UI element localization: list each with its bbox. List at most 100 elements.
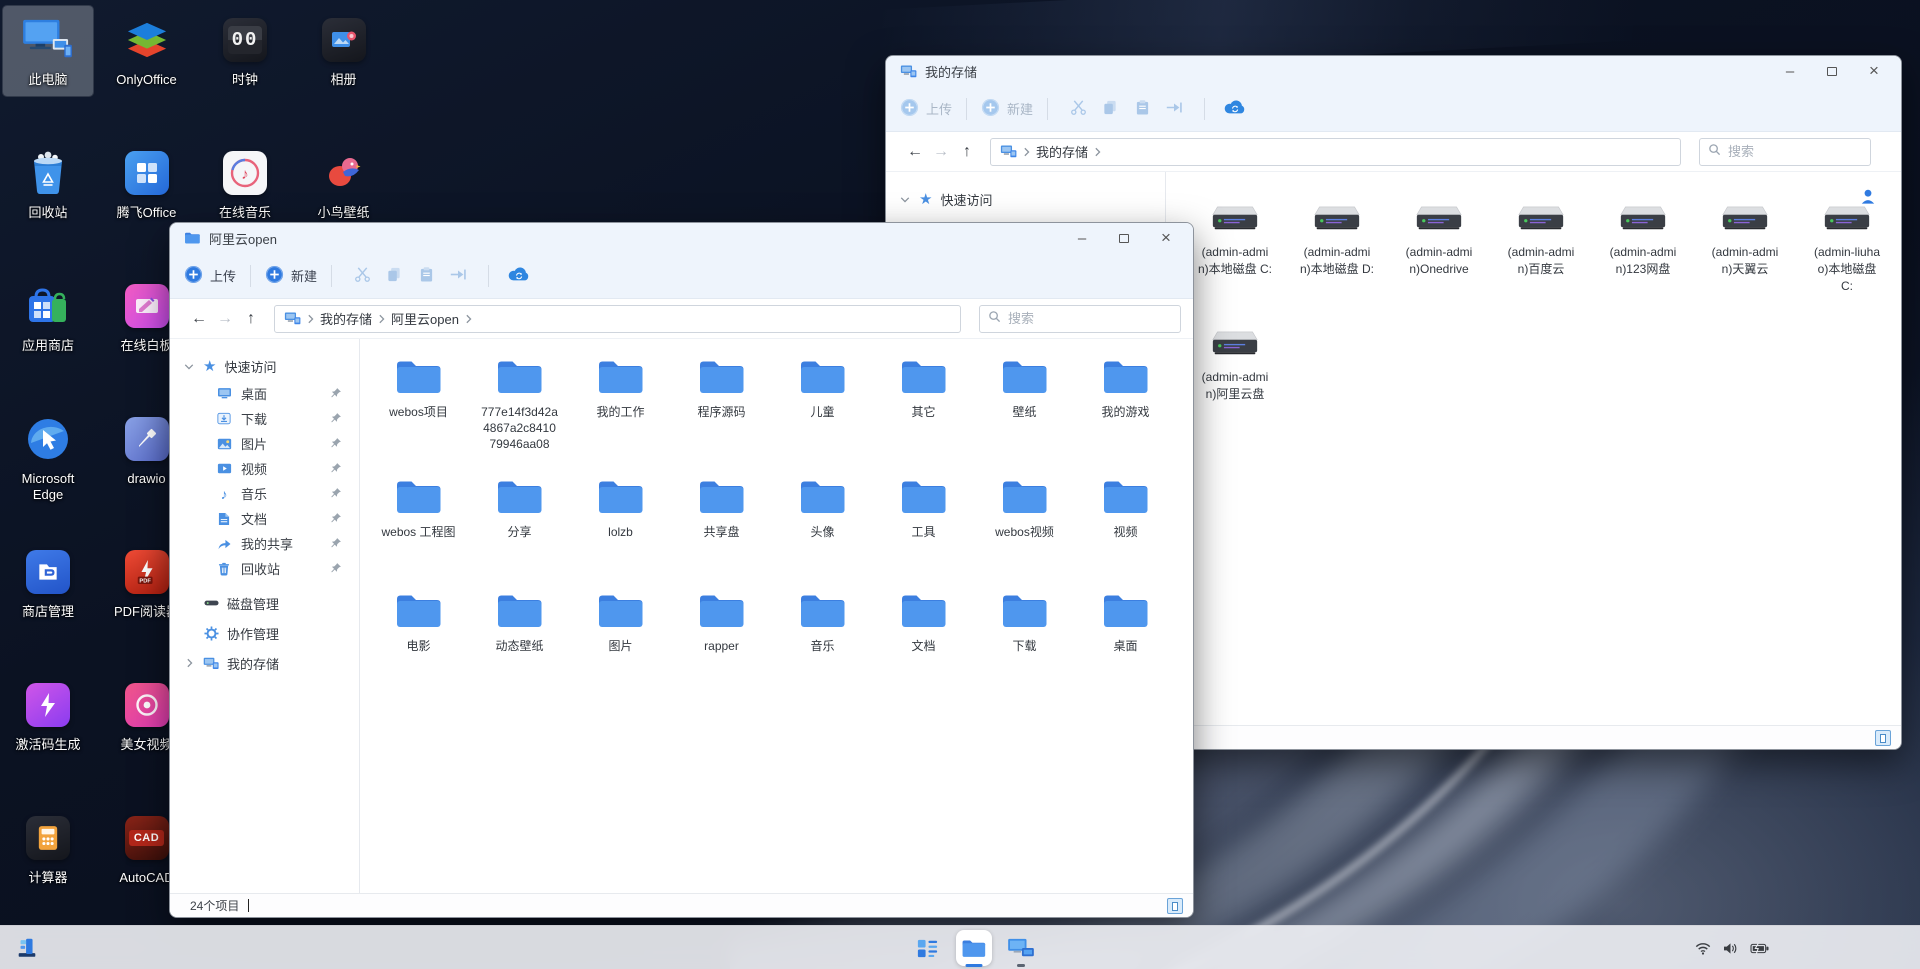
cloud-sync-icon[interactable] <box>1219 94 1251 124</box>
cut-icon[interactable] <box>1062 94 1094 124</box>
drive-item[interactable]: (admin-admin)天翼云 <box>1694 202 1796 294</box>
move-icon[interactable] <box>442 261 474 291</box>
drive-item[interactable]: (admin-admin)百度云 <box>1490 202 1592 294</box>
drive-item[interactable]: (admin-admin)本地磁盘 D: <box>1286 202 1388 294</box>
folder-item[interactable]: 头像 <box>772 477 873 541</box>
sidebar-item-trash[interactable]: 回收站 <box>170 556 359 581</box>
search-input[interactable] <box>1728 144 1862 159</box>
search-input[interactable] <box>1008 311 1172 326</box>
drive-item[interactable]: (admin-admin)123网盘 <box>1592 202 1694 294</box>
desktop-icon-album[interactable]: 相册 <box>299 6 389 96</box>
volume-icon[interactable] <box>1723 942 1738 955</box>
search-box[interactable] <box>979 305 1181 333</box>
folder-item[interactable]: 动态壁纸 <box>469 591 570 655</box>
sidebar-item-desktop[interactable]: 桌面 <box>170 381 359 406</box>
back-button[interactable]: ← <box>186 306 212 332</box>
drive-item[interactable]: (admin-liuhao)本地磁盘C: <box>1796 202 1898 294</box>
upload-button[interactable]: 上传 <box>184 265 236 287</box>
desktop-icon-appstore[interactable]: 应用商店 <box>3 272 93 362</box>
sidebar-item-videoic[interactable]: 视频 <box>170 456 359 481</box>
start-logo-icon[interactable] <box>14 935 40 961</box>
sidebar-item-quick-access[interactable]: ★ 快速访问 <box>170 351 359 381</box>
sidebar-item-diskbar[interactable]: 磁盘管理 <box>170 588 359 618</box>
desktop-icon-tengfei[interactable]: 腾飞Office <box>102 139 192 229</box>
folder-item[interactable]: 下载 <box>974 591 1075 655</box>
copy-icon[interactable] <box>378 261 410 291</box>
folder-item[interactable]: 桌面 <box>1075 591 1176 655</box>
pin-icon[interactable] <box>330 512 342 527</box>
paste-icon[interactable] <box>410 261 442 291</box>
folder-item[interactable]: 共享盘 <box>671 477 772 541</box>
paste-icon[interactable] <box>1126 94 1158 124</box>
new-button[interactable]: 新建 <box>265 265 317 287</box>
folder-item[interactable]: webos 工程图 <box>368 477 469 541</box>
desktop-icon-calc[interactable]: 计算器 <box>3 804 93 894</box>
folder-item[interactable]: 777e14f3d42a4867a2c841079946aa08 <box>469 357 570 452</box>
forward-button[interactable]: → <box>928 139 954 165</box>
maximize-button[interactable] <box>1103 223 1145 253</box>
pin-icon[interactable] <box>330 462 342 477</box>
folder-item[interactable]: 儿童 <box>772 357 873 452</box>
wifi-icon[interactable] <box>1695 942 1711 955</box>
drive-item[interactable]: (admin-admin)阿里云盘 <box>1184 327 1286 403</box>
close-button[interactable]: × <box>1853 56 1895 86</box>
desktop-icon-keygen[interactable]: 激活码生成 <box>3 671 93 761</box>
battery-charging-icon[interactable] <box>1750 943 1770 954</box>
folder-item[interactable]: 图片 <box>570 591 671 655</box>
desktop-icon-music[interactable]: ♪ 在线音乐 <box>200 139 290 229</box>
breadcrumb-segment[interactable]: 我的存储 <box>1036 142 1088 161</box>
pin-icon[interactable] <box>330 437 342 452</box>
folder-item[interactable]: 我的工作 <box>570 357 671 452</box>
folder-item[interactable]: 分享 <box>469 477 570 541</box>
breadcrumb-segment[interactable]: 我的存储 <box>320 309 372 328</box>
drive-item[interactable]: (admin-admin)Onedrive <box>1388 202 1490 294</box>
sidebar-item-download[interactable]: 下载 <box>170 406 359 431</box>
view-toggle-button[interactable] <box>1875 730 1891 746</box>
copy-icon[interactable] <box>1094 94 1126 124</box>
folder-item[interactable]: 我的游戏 <box>1075 357 1176 452</box>
desktop-icon-storemgr[interactable]: 商店管理 <box>3 538 93 628</box>
new-button[interactable]: 新建 <box>981 98 1033 120</box>
search-box[interactable] <box>1699 138 1871 166</box>
title-bar[interactable]: 我的存储 – × <box>886 56 1901 86</box>
cut-icon[interactable] <box>346 261 378 291</box>
up-button[interactable]: ↑ <box>954 139 980 165</box>
pin-icon[interactable] <box>330 537 342 552</box>
folder-item[interactable]: 程序源码 <box>671 357 772 452</box>
taskbar-button-file-manager[interactable] <box>954 928 994 968</box>
sidebar-item-share[interactable]: 我的共享 <box>170 531 359 556</box>
forward-button[interactable]: → <box>212 306 238 332</box>
sidebar-item-image[interactable]: 图片 <box>170 431 359 456</box>
desktop-icon-edge[interactable]: Microsoft Edge <box>3 405 93 512</box>
close-button[interactable]: × <box>1145 223 1187 253</box>
pin-icon[interactable] <box>330 487 342 502</box>
pin-icon[interactable] <box>330 412 342 427</box>
pin-icon[interactable] <box>330 562 342 577</box>
window-aliyun-open[interactable]: 阿里云open – × 上传 新建 ← → ↑ 我的存储阿里云open <box>169 222 1194 918</box>
folder-item[interactable]: 视频 <box>1075 477 1176 541</box>
pin-icon[interactable] <box>330 387 342 402</box>
sidebar-item-docic[interactable]: 文档 <box>170 506 359 531</box>
title-bar[interactable]: 阿里云open – × <box>170 223 1193 253</box>
sidebar-item-musicnote[interactable]: ♪ 音乐 <box>170 481 359 506</box>
desktop-icon-onlyoffice[interactable]: OnlyOffice <box>102 6 192 96</box>
desktop-icon-pc[interactable]: 此电脑 <box>3 6 93 96</box>
folder-item[interactable]: lolzb <box>570 477 671 541</box>
breadcrumb-segment[interactable]: 阿里云open <box>391 309 459 328</box>
folder-item[interactable]: webos视频 <box>974 477 1075 541</box>
desktop-icon-clock[interactable]: 00 时钟 <box>200 6 290 96</box>
folder-item[interactable]: 壁纸 <box>974 357 1075 452</box>
maximize-button[interactable] <box>1811 56 1853 86</box>
taskbar-button-start-menu[interactable] <box>907 928 947 968</box>
taskbar-button-storage-window[interactable] <box>1001 928 1041 968</box>
cloud-sync-icon[interactable] <box>503 261 535 291</box>
move-icon[interactable] <box>1158 94 1190 124</box>
upload-button[interactable]: 上传 <box>900 98 952 120</box>
folder-item[interactable]: 文档 <box>873 591 974 655</box>
folder-item[interactable]: rapper <box>671 591 772 655</box>
sidebar-item-quick-access[interactable]: ★ 快速访问 <box>886 184 1165 214</box>
sidebar-item-gear[interactable]: 协作管理 <box>170 618 359 648</box>
desktop-icon-recycle[interactable]: 回收站 <box>3 139 93 229</box>
sidebar-item-pcsm[interactable]: 我的存储 <box>170 648 359 678</box>
view-toggle-button[interactable] <box>1167 898 1183 914</box>
